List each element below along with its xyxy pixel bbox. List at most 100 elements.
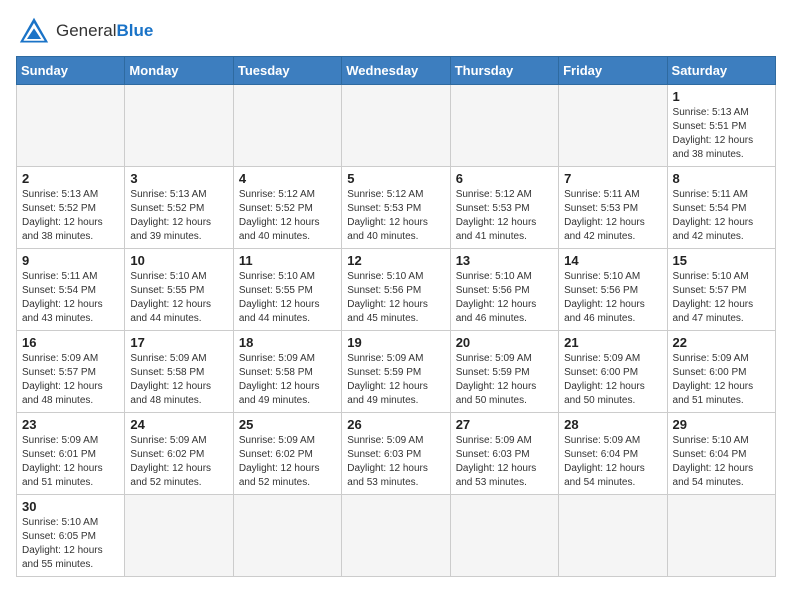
- calendar-day-cell: 22Sunrise: 5:09 AM Sunset: 6:00 PM Dayli…: [667, 331, 775, 413]
- calendar-day-cell: 9 Sunrise: 5:11 AM Sunset: 5:54 PM Daylig…: [17, 249, 125, 331]
- day-number: 1: [673, 89, 770, 104]
- day-info: Sunrise: 5:10 AM Sunset: 5:56 PM Dayligh…: [347, 270, 444, 326]
- day-info: Sunrise: 5:10 AM Sunset: 5:56 PM Dayligh…: [456, 270, 553, 326]
- calendar-day-cell: [233, 85, 341, 167]
- day-number: 17: [130, 335, 227, 350]
- day-number: 12: [347, 253, 444, 268]
- day-info: Sunrise: 5:13 AM Sunset: 5:52 PM Dayligh…: [22, 188, 119, 244]
- day-info: Sunrise: 5:13 AM Sunset: 5:51 PM Dayligh…: [673, 106, 770, 162]
- day-number: 25: [239, 417, 336, 432]
- day-info: Sunrise: 5:10 AM Sunset: 5:55 PM Dayligh…: [130, 270, 227, 326]
- calendar-day-cell: 12 Sunrise: 5:10 AM Sunset: 5:56 PM Dayli…: [342, 249, 450, 331]
- calendar-table: SundayMondayTuesdayWednesdayThursdayFrid…: [16, 56, 776, 577]
- calendar-weekday-header: Sunday: [17, 57, 125, 85]
- day-info: Sunrise: 5:09 AM Sunset: 5:59 PM Dayligh…: [456, 352, 553, 408]
- calendar-day-cell: 4Sunrise: 5:12 AM Sunset: 5:52 PM Daylig…: [233, 167, 341, 249]
- calendar-day-cell: [559, 85, 667, 167]
- calendar-day-cell: 26 Sunrise: 5:09 AM Sunset: 6:03 PM Dayli…: [342, 413, 450, 495]
- calendar-day-cell: 25 Sunrise: 5:09 AM Sunset: 6:02 PM Dayli…: [233, 413, 341, 495]
- day-number: 9: [22, 253, 119, 268]
- day-number: 15: [673, 253, 770, 268]
- day-number: 5: [347, 171, 444, 186]
- day-number: 10: [130, 253, 227, 268]
- logo-icon: [16, 16, 52, 46]
- calendar-day-cell: 18 Sunrise: 5:09 AM Sunset: 5:58 PM Dayli…: [233, 331, 341, 413]
- calendar-week-row: 16Sunrise: 5:09 AM Sunset: 5:57 PM Dayli…: [17, 331, 776, 413]
- calendar-week-row: 23Sunrise: 5:09 AM Sunset: 6:01 PM Dayli…: [17, 413, 776, 495]
- calendar-day-cell: 27 Sunrise: 5:09 AM Sunset: 6:03 PM Dayli…: [450, 413, 558, 495]
- day-info: Sunrise: 5:13 AM Sunset: 5:52 PM Dayligh…: [130, 188, 227, 244]
- day-info: Sunrise: 5:09 AM Sunset: 5:58 PM Dayligh…: [130, 352, 227, 408]
- calendar-day-cell: 17 Sunrise: 5:09 AM Sunset: 5:58 PM Dayli…: [125, 331, 233, 413]
- calendar-day-cell: [342, 495, 450, 577]
- calendar-day-cell: [559, 495, 667, 577]
- calendar-day-cell: 15Sunrise: 5:10 AM Sunset: 5:57 PM Dayli…: [667, 249, 775, 331]
- page-header: GeneralBlue: [16, 16, 776, 46]
- day-info: Sunrise: 5:10 AM Sunset: 6:05 PM Dayligh…: [22, 516, 119, 572]
- calendar-day-cell: [667, 495, 775, 577]
- calendar-day-cell: [342, 85, 450, 167]
- day-info: Sunrise: 5:11 AM Sunset: 5:54 PM Dayligh…: [22, 270, 119, 326]
- day-info: Sunrise: 5:10 AM Sunset: 5:55 PM Dayligh…: [239, 270, 336, 326]
- calendar-day-cell: 5 Sunrise: 5:12 AM Sunset: 5:53 PM Daylig…: [342, 167, 450, 249]
- calendar-day-cell: 14Sunrise: 5:10 AM Sunset: 5:56 PM Dayli…: [559, 249, 667, 331]
- day-info: Sunrise: 5:09 AM Sunset: 6:02 PM Dayligh…: [130, 434, 227, 490]
- calendar-weekday-header: Saturday: [667, 57, 775, 85]
- day-number: 6: [456, 171, 553, 186]
- day-number: 30: [22, 499, 119, 514]
- calendar-day-cell: 28 Sunrise: 5:09 AM Sunset: 6:04 PM Dayli…: [559, 413, 667, 495]
- calendar-day-cell: 21Sunrise: 5:09 AM Sunset: 6:00 PM Dayli…: [559, 331, 667, 413]
- day-number: 19: [347, 335, 444, 350]
- day-info: Sunrise: 5:11 AM Sunset: 5:54 PM Dayligh…: [673, 188, 770, 244]
- calendar-day-cell: 7Sunrise: 5:11 AM Sunset: 5:53 PM Daylig…: [559, 167, 667, 249]
- calendar-day-cell: 23Sunrise: 5:09 AM Sunset: 6:01 PM Dayli…: [17, 413, 125, 495]
- calendar-day-cell: 1 Sunrise: 5:13 AM Sunset: 5:51 PM Daylig…: [667, 85, 775, 167]
- calendar-day-cell: 16Sunrise: 5:09 AM Sunset: 5:57 PM Dayli…: [17, 331, 125, 413]
- day-info: Sunrise: 5:10 AM Sunset: 6:04 PM Dayligh…: [673, 434, 770, 490]
- day-number: 7: [564, 171, 661, 186]
- day-info: Sunrise: 5:09 AM Sunset: 6:04 PM Dayligh…: [564, 434, 661, 490]
- day-number: 26: [347, 417, 444, 432]
- day-info: Sunrise: 5:09 AM Sunset: 5:59 PM Dayligh…: [347, 352, 444, 408]
- calendar-day-cell: 3 Sunrise: 5:13 AM Sunset: 5:52 PM Daylig…: [125, 167, 233, 249]
- day-info: Sunrise: 5:09 AM Sunset: 6:02 PM Dayligh…: [239, 434, 336, 490]
- day-number: 29: [673, 417, 770, 432]
- calendar-day-cell: [450, 85, 558, 167]
- day-info: Sunrise: 5:09 AM Sunset: 5:58 PM Dayligh…: [239, 352, 336, 408]
- calendar-day-cell: [17, 85, 125, 167]
- day-number: 16: [22, 335, 119, 350]
- day-number: 18: [239, 335, 336, 350]
- calendar-week-row: 1 Sunrise: 5:13 AM Sunset: 5:51 PM Daylig…: [17, 85, 776, 167]
- calendar-day-cell: 8Sunrise: 5:11 AM Sunset: 5:54 PM Daylig…: [667, 167, 775, 249]
- calendar-week-row: 2 Sunrise: 5:13 AM Sunset: 5:52 PM Daylig…: [17, 167, 776, 249]
- day-info: Sunrise: 5:09 AM Sunset: 6:03 PM Dayligh…: [456, 434, 553, 490]
- day-number: 3: [130, 171, 227, 186]
- calendar-weekday-header: Friday: [559, 57, 667, 85]
- calendar-day-cell: [125, 495, 233, 577]
- calendar-weekday-header: Monday: [125, 57, 233, 85]
- calendar-week-row: 30 Sunrise: 5:10 AM Sunset: 6:05 PM Dayli…: [17, 495, 776, 577]
- day-info: Sunrise: 5:09 AM Sunset: 6:03 PM Dayligh…: [347, 434, 444, 490]
- calendar-header-row: SundayMondayTuesdayWednesdayThursdayFrid…: [17, 57, 776, 85]
- calendar-day-cell: 10 Sunrise: 5:10 AM Sunset: 5:55 PM Dayli…: [125, 249, 233, 331]
- day-number: 11: [239, 253, 336, 268]
- calendar-day-cell: 6Sunrise: 5:12 AM Sunset: 5:53 PM Daylig…: [450, 167, 558, 249]
- calendar-weekday-header: Wednesday: [342, 57, 450, 85]
- day-info: Sunrise: 5:09 AM Sunset: 6:00 PM Dayligh…: [564, 352, 661, 408]
- calendar-day-cell: 24Sunrise: 5:09 AM Sunset: 6:02 PM Dayli…: [125, 413, 233, 495]
- day-number: 13: [456, 253, 553, 268]
- day-info: Sunrise: 5:09 AM Sunset: 6:01 PM Dayligh…: [22, 434, 119, 490]
- calendar-weekday-header: Thursday: [450, 57, 558, 85]
- calendar-day-cell: [125, 85, 233, 167]
- day-number: 28: [564, 417, 661, 432]
- logo-text: GeneralBlue: [56, 21, 153, 41]
- calendar-day-cell: [233, 495, 341, 577]
- calendar-day-cell: 30 Sunrise: 5:10 AM Sunset: 6:05 PM Dayli…: [17, 495, 125, 577]
- day-number: 27: [456, 417, 553, 432]
- day-info: Sunrise: 5:10 AM Sunset: 5:56 PM Dayligh…: [564, 270, 661, 326]
- day-number: 20: [456, 335, 553, 350]
- day-number: 2: [22, 171, 119, 186]
- day-info: Sunrise: 5:12 AM Sunset: 5:53 PM Dayligh…: [347, 188, 444, 244]
- day-info: Sunrise: 5:09 AM Sunset: 6:00 PM Dayligh…: [673, 352, 770, 408]
- day-info: Sunrise: 5:12 AM Sunset: 5:52 PM Dayligh…: [239, 188, 336, 244]
